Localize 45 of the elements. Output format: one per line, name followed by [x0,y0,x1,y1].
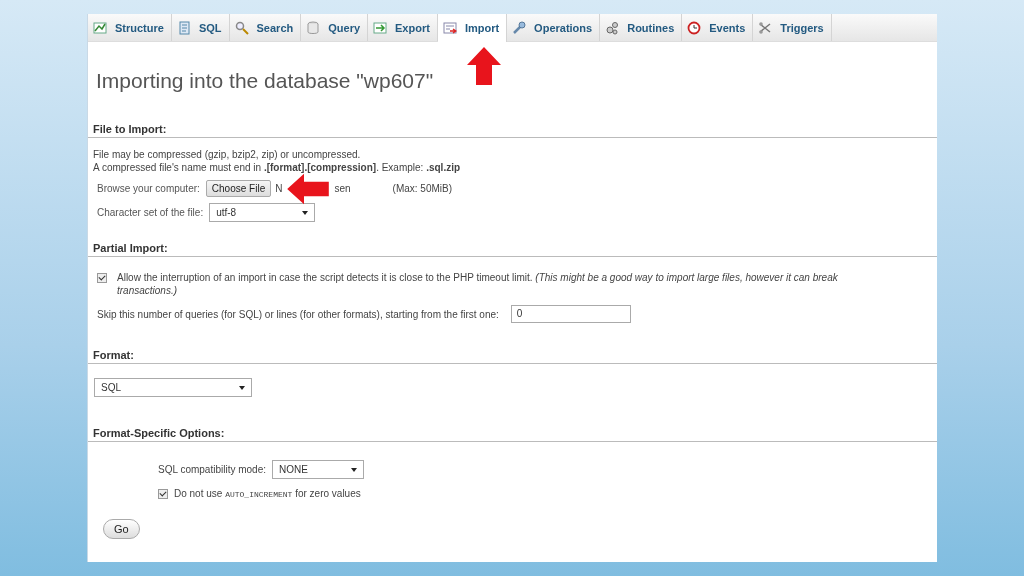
browse-label: Browse your computer: [97,183,200,194]
auto-increment-option-text: Do not use AUTO_INCREMENT for zero values [174,487,361,499]
compression-note: File may be compressed (gzip, bzip2, zip) or uncompressed. [92,149,362,161]
tab[interactable]: Operations [507,14,601,41]
up-arrow-annotation [466,46,502,86]
section-heading: Partial Import: [88,242,937,257]
compatibility-select[interactable]: NONE [272,460,364,479]
export-icon [373,20,388,35]
scissors-icon [758,20,773,35]
file-status-text: sen [334,183,351,194]
section-heading: Format-Specific Options: [88,427,937,442]
tab[interactable]: Query [301,14,369,41]
format-select[interactable]: SQL [94,378,252,397]
tab[interactable]: Events [682,14,754,41]
charset-select[interactable]: utf-8 [209,203,316,222]
tab[interactable]: Structure [88,14,172,41]
table-icon [93,20,107,35]
checkbox[interactable] [158,489,168,499]
search-icon [234,20,249,35]
choose-file-button[interactable]: Choose File [205,180,272,197]
tab[interactable]: Import [437,14,508,42]
checkbox[interactable] [97,273,107,283]
section-heading: File to Import: [88,123,937,138]
go-button[interactable]: Go [103,519,140,539]
interrupt-option-text: Allow the interruption of an import in case the script detects it is close to the PHP timeout limit. (This might be a good way to import large files, however it can break transactions.) [117,271,839,297]
gears-icon [605,20,620,35]
import-icon [442,21,457,35]
tab[interactable]: Search [229,14,302,41]
page-title: Importing into the database "wp607" [96,69,435,93]
skip-queries-field[interactable]: 0 [510,305,631,323]
tab[interactable]: Routines [600,14,683,41]
wrench-icon [512,20,527,35]
tab[interactable]: Triggers [753,14,832,41]
section-heading: Format: [88,349,937,364]
max-size-text: (Max: 50MiB) [392,183,452,194]
compatibility-label: SQL compatibility mode: [158,464,266,475]
document-icon [176,20,191,35]
tab[interactable]: Export [368,14,438,41]
cylinder-icon [306,20,321,35]
clock-icon [687,20,702,35]
charset-label: Character set of the file: [97,207,204,218]
skip-queries-label: Skip this number of queries (for SQL) or lines (for other formats), starting from the first one: [97,308,499,320]
compression-note: A compressed file's name must end in .[format].[compression]. Example: .sql.zip [92,162,462,174]
tab[interactable]: SQL [171,14,230,41]
file-status-text: N [275,183,283,194]
